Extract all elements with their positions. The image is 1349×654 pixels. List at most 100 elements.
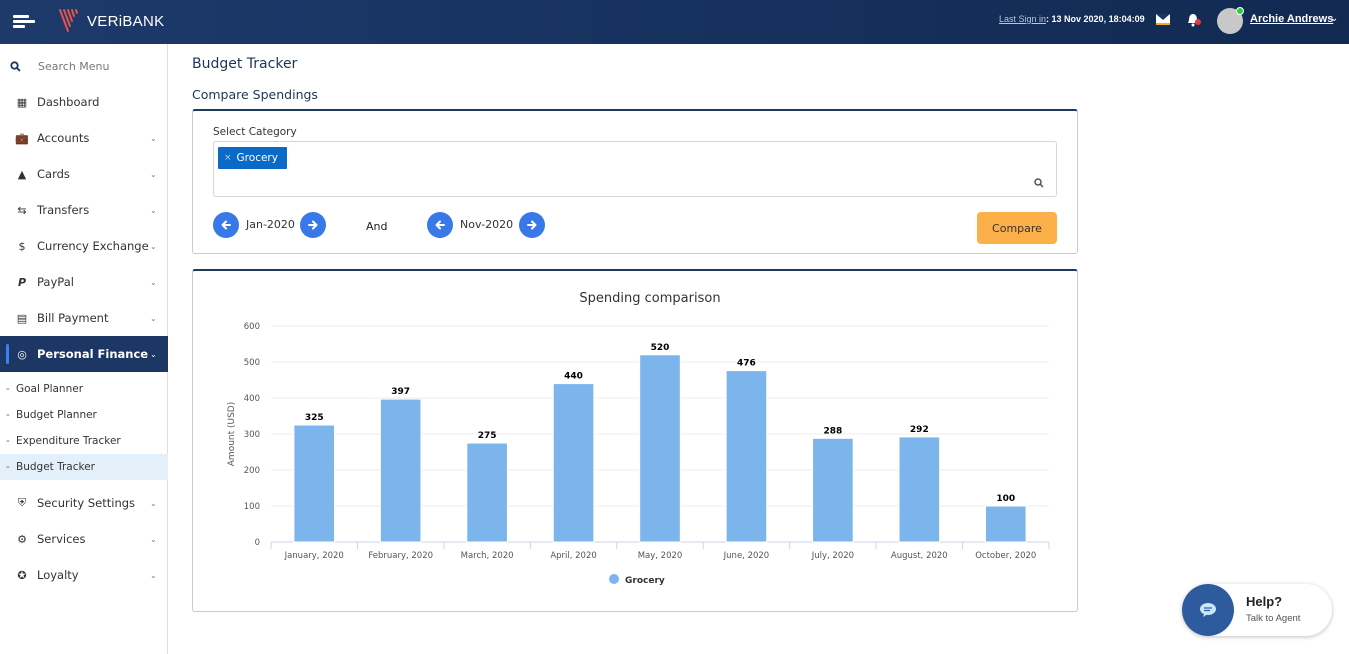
card-icon: ▲ — [17, 167, 27, 181]
chevron-down-icon: ⌄ — [150, 277, 157, 287]
search-icon — [10, 61, 21, 72]
sidebar: ▦ Dashboard 💼 Accounts ⌄ ▲ Cards ⌄ ⇆ Tra… — [0, 44, 168, 654]
mail-icon[interactable] — [1156, 14, 1170, 25]
sidebar-item-services[interactable]: ⚙ Services ⌄ — [0, 521, 168, 557]
help-subtitle: Talk to Agent — [1246, 613, 1301, 624]
sidebar-item-accounts[interactable]: 💼 Accounts ⌄ — [0, 120, 168, 156]
sidebar-item-label: Currency Exchange — [37, 239, 149, 253]
search-menu-input[interactable] — [38, 60, 158, 73]
bar — [812, 437, 854, 543]
search-icon[interactable] — [1034, 178, 1044, 188]
sidebar-item-label: Accounts — [37, 131, 90, 145]
sidebar-item-label: Security Settings — [37, 496, 136, 510]
last-sign-in: Last Sign in: 13 Nov 2020, 18:04:09 — [999, 14, 1145, 24]
chevron-down-icon: ⌄ — [150, 498, 157, 508]
arrow-left-icon — [221, 220, 231, 230]
sidebar-item-label: Loyalty — [37, 568, 79, 582]
x-tick-label: October, 2020 — [975, 551, 1036, 561]
category-multiselect[interactable]: × Grocery — [213, 141, 1057, 197]
dash-marker: - — [6, 461, 10, 473]
menu-icon[interactable] — [13, 15, 35, 29]
sidebar-item-personal-finance[interactable]: ◎ Personal Finance ⌄ — [0, 336, 168, 372]
sidebar-item-cards[interactable]: ▲ Cards ⌄ — [0, 156, 168, 192]
sidebar-item-dashboard[interactable]: ▦ Dashboard — [0, 84, 168, 120]
bar — [552, 383, 595, 543]
from-next-month-button[interactable] — [300, 212, 326, 238]
user-name[interactable]: Archie Andrews — [1250, 13, 1333, 25]
online-status-indicator — [1236, 7, 1244, 15]
dash-marker: - — [6, 383, 10, 395]
x-tick-label: August, 2020 — [891, 551, 948, 561]
category-chip-grocery[interactable]: × Grocery — [218, 147, 287, 169]
sidebar-item-label: Services — [37, 532, 86, 546]
y-axis-label: Amount (USD) — [227, 402, 237, 466]
sidebar-item-security-settings[interactable]: ⛨ Security Settings ⌄ — [0, 485, 168, 521]
arrow-right-icon — [527, 220, 537, 230]
sidebar-subitem-budget-planner[interactable]: - Budget Planner — [0, 402, 168, 428]
transfer-icon: ⇆ — [17, 203, 27, 217]
chevron-down-icon: ⌄ — [150, 349, 157, 359]
y-tick-label: 200 — [244, 466, 260, 476]
chevron-down-icon: ⌄ — [150, 169, 157, 179]
chevron-down-icon: ⌄ — [150, 133, 157, 143]
briefcase-icon: 💼 — [15, 131, 29, 145]
sidebar-search — [0, 58, 168, 78]
help-title: Help? — [1246, 594, 1283, 609]
y-tick-label: 0 — [255, 538, 260, 548]
sidebar-item-loyalty[interactable]: ✪ Loyalty ⌄ — [0, 557, 168, 593]
sidebar-item-label: Transfers — [37, 203, 90, 217]
sidebar-subitem-label: Goal Planner — [16, 383, 84, 395]
bar — [984, 505, 1027, 543]
bar — [466, 442, 508, 543]
award-icon: ✪ — [17, 568, 27, 582]
x-tick-label: February, 2020 — [368, 551, 433, 561]
spending-chart: Spending comparison 0 100 200 300 400 500 600 Am… — [227, 291, 1050, 586]
chevron-down-icon[interactable]: ⌄ — [1330, 13, 1338, 24]
from-prev-month-button[interactable] — [213, 212, 239, 238]
bar — [725, 370, 768, 543]
chevron-down-icon: ⌄ — [150, 313, 157, 323]
remove-chip-icon[interactable]: × — [224, 153, 232, 163]
data-label: 520 — [651, 343, 670, 353]
legend-marker — [609, 574, 619, 584]
y-tick-label: 500 — [244, 358, 260, 368]
sidebar-subitem-label: Budget Tracker — [16, 461, 95, 473]
veribank-logo-icon — [59, 9, 78, 32]
bar — [293, 424, 336, 543]
bell-icon[interactable] — [1186, 12, 1202, 28]
bill-icon: ▤ — [16, 311, 28, 325]
brand-logo[interactable]: VERiBANK — [57, 8, 164, 34]
to-prev-month-button[interactable] — [427, 212, 453, 238]
section-title: Compare Spendings — [192, 87, 318, 102]
sidebar-item-currency-exchange[interactable]: $ Currency Exchange ⌄ — [0, 228, 168, 264]
target-icon: ◎ — [17, 347, 27, 361]
sidebar-subitem-goal-planner[interactable]: - Goal Planner — [0, 376, 168, 402]
to-next-month-button[interactable] — [519, 212, 545, 238]
sidebar-subitem-budget-tracker[interactable]: - Budget Tracker — [0, 454, 168, 480]
sidebar-item-transfers[interactable]: ⇆ Transfers ⌄ — [0, 192, 168, 228]
chevron-down-icon: ⌄ — [150, 534, 157, 544]
sidebar-item-bill-payment[interactable]: ▤ Bill Payment ⌄ — [0, 300, 168, 336]
last-sign-in-value: : 13 Nov 2020, 18:04:09 — [1046, 14, 1145, 24]
dash-marker: - — [6, 409, 10, 421]
data-label: 292 — [910, 425, 929, 435]
data-label: 275 — [478, 431, 497, 441]
last-sign-in-link[interactable]: Last Sign in — [999, 14, 1046, 24]
data-label: 397 — [391, 387, 410, 397]
chip-label: Grocery — [236, 152, 278, 164]
page-title: Budget Tracker — [192, 56, 298, 72]
bar — [379, 398, 422, 543]
data-label: 288 — [823, 426, 842, 436]
data-label: 100 — [996, 494, 1015, 504]
help-widget[interactable]: Help? Talk to Agent — [1182, 584, 1332, 636]
chevron-down-icon: ⌄ — [150, 205, 157, 215]
compare-button[interactable]: Compare — [977, 212, 1057, 244]
active-indicator — [6, 344, 9, 364]
select-category-label: Select Category — [213, 126, 297, 138]
sidebar-item-label: PayPal — [37, 275, 74, 289]
sidebar-item-label: Bill Payment — [37, 311, 109, 325]
sidebar-subitem-expenditure-tracker[interactable]: - Expenditure Tracker — [0, 428, 168, 454]
x-tick-label: July, 2020 — [811, 551, 854, 561]
sidebar-item-paypal[interactable]: P PayPal ⌄ — [0, 264, 168, 300]
compare-form-card: Select Category × Grocery Jan-2020 And N… — [192, 109, 1078, 254]
